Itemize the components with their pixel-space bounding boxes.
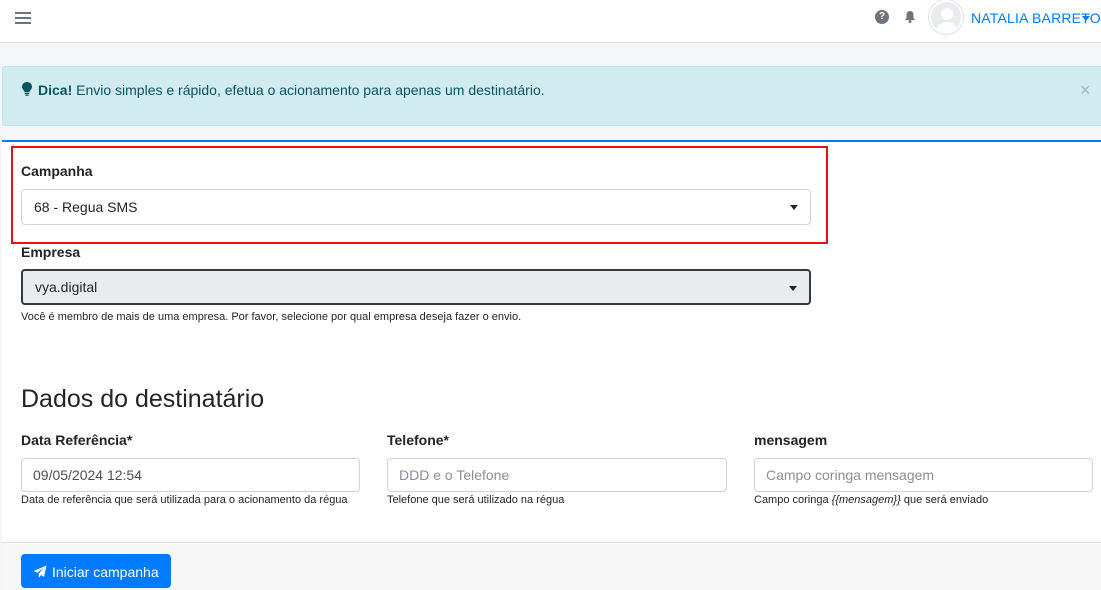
lightbulb-icon (22, 82, 32, 96)
chevron-down-icon[interactable] (1082, 16, 1090, 21)
section-title: Dados do destinatário (21, 385, 265, 413)
date-label: Data Referência* (21, 432, 133, 448)
phone-help: Telefone que será utilizado na régua (387, 494, 565, 506)
close-icon[interactable]: × (1080, 80, 1091, 101)
top-navbar: ? NATALIA BARRETO (0, 0, 1101, 43)
bell-icon[interactable] (903, 10, 917, 24)
phone-label: Telefone* (387, 432, 449, 448)
message-help-var: {{mensagem}} (831, 494, 901, 506)
alert-text: Dica! Envio simples e rápido, efetua o a… (38, 82, 545, 98)
company-help: Você é membro de mais de uma empresa. Po… (21, 311, 522, 323)
message-help-suffix: que será enviado (900, 494, 989, 506)
start-campaign-label: Iniciar campanha (52, 564, 159, 580)
message-help-prefix: Campo coringa (754, 494, 832, 506)
caret-down-icon (790, 205, 798, 210)
paper-plane-icon (33, 565, 47, 578)
date-input[interactable] (21, 458, 360, 492)
avatar[interactable] (929, 0, 963, 34)
phone-input[interactable] (387, 458, 727, 492)
company-select[interactable]: vya.digital (21, 269, 811, 305)
date-help: Data de referência que será utilizada pa… (21, 494, 348, 506)
help-icon[interactable]: ? (875, 10, 889, 24)
message-input[interactable] (754, 458, 1093, 492)
caret-down-icon (789, 286, 797, 291)
alert-strong: Dica! (38, 82, 73, 98)
company-label: Empresa (21, 244, 81, 260)
message-help: Campo coringa {{mensagem}} que será envi… (754, 494, 988, 506)
menu-icon[interactable] (15, 9, 31, 29)
message-label: mensagem (754, 432, 828, 448)
campaign-label: Campanha (21, 163, 93, 179)
tip-alert: Dica! Envio simples e rápido, efetua o a… (2, 66, 1101, 126)
company-select-value: vya.digital (35, 279, 98, 295)
campaign-select-value: 68 - Regua SMS (34, 199, 138, 215)
alert-message: Envio simples e rápido, efetua o acionam… (72, 82, 545, 98)
start-campaign-button[interactable]: Iniciar campanha (21, 554, 171, 588)
campaign-select[interactable]: 68 - Regua SMS (21, 189, 811, 225)
